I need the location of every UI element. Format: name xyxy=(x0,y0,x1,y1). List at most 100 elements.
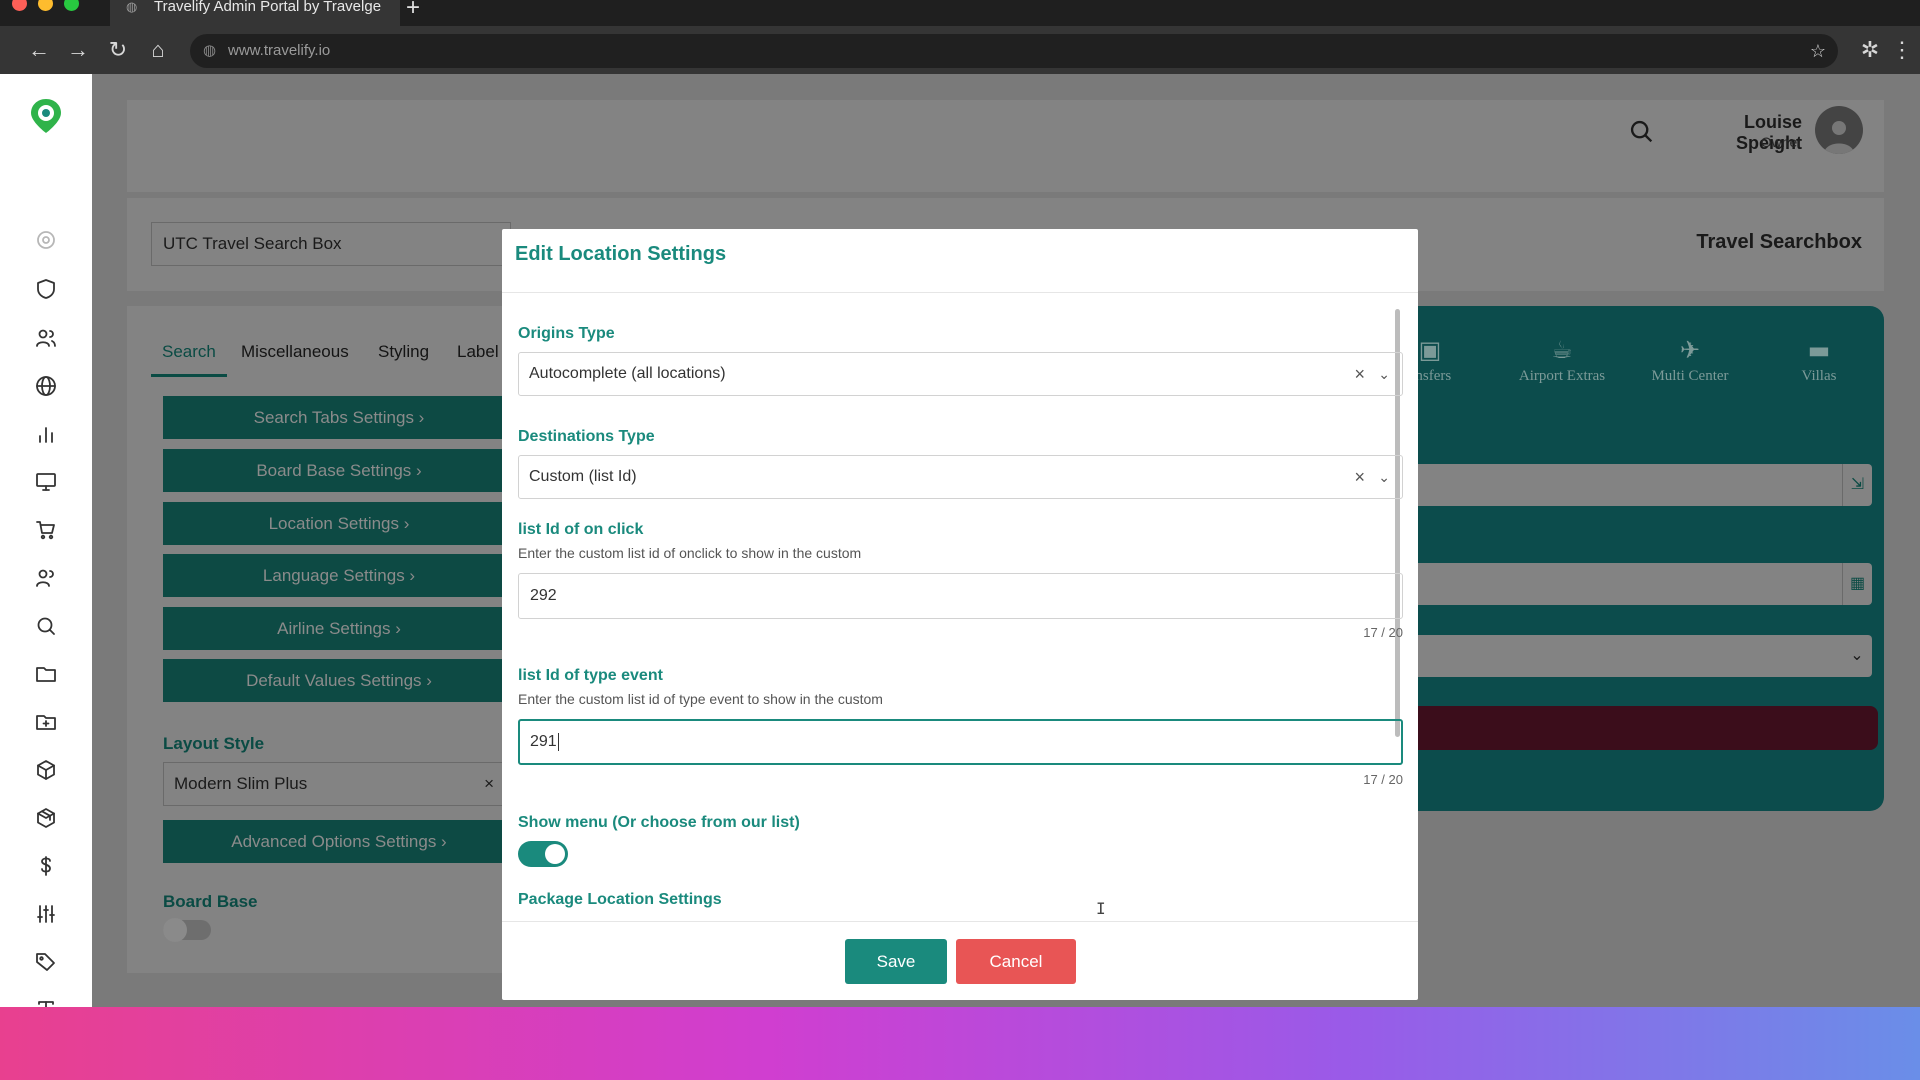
app-area: Louise Speight Owner UTC Travel Search B… xyxy=(0,74,1920,1067)
browser-menu-icon[interactable]: ⋮ xyxy=(1888,36,1916,64)
team-icon[interactable] xyxy=(28,560,64,596)
onclick-list-id-input[interactable]: 292 xyxy=(518,573,1403,619)
text-caret xyxy=(557,732,559,751)
cart-icon[interactable] xyxy=(28,512,64,548)
chevron-down-icon[interactable]: ⌄ xyxy=(1378,456,1390,498)
type-event-char-counter: 17 / 20 xyxy=(1363,772,1403,787)
preview-destination-field[interactable]: ⇲ xyxy=(1400,464,1872,506)
browser-tab[interactable]: ◍ Travelify Admin Portal by Travelge xyxy=(110,0,400,26)
globe-icon: ◍ xyxy=(126,0,138,14)
bar-chart-icon[interactable] xyxy=(28,416,64,452)
maximize-window-button[interactable] xyxy=(64,0,79,11)
clear-icon[interactable]: × xyxy=(1354,353,1365,395)
tab-title: Travelify Admin Portal by Travelge xyxy=(154,0,382,15)
show-menu-label: Show menu (Or choose from our list) xyxy=(518,814,800,831)
board-base-toggle[interactable] xyxy=(163,918,211,942)
onclick-char-counter: 17 / 20 xyxy=(1363,625,1403,640)
location-settings-button[interactable]: Location Settings › xyxy=(163,502,515,545)
type-event-list-id-label: list Id of type event xyxy=(518,667,663,684)
coffee-icon: ☕ xyxy=(1551,336,1573,364)
sidebar xyxy=(0,74,92,1067)
destinations-type-select[interactable]: Custom (list Id) × ⌄ xyxy=(518,455,1403,499)
calendar-icon: ▦ xyxy=(1842,563,1872,605)
browser-tab-bar: ◍ Travelify Admin Portal by Travelge + xyxy=(0,0,1920,26)
preview-select-field[interactable]: ⌄ xyxy=(1400,635,1872,677)
monitor-icon[interactable] xyxy=(28,464,64,500)
origins-type-label: Origins Type xyxy=(518,325,615,342)
reload-icon[interactable]: ↻ xyxy=(104,36,132,64)
browser-toolbar: ← → ↻ ⌂ ◍ www.travelify.io ☆ ✲ ⋮ xyxy=(0,26,1920,74)
box-icon[interactable] xyxy=(28,752,64,788)
save-button[interactable]: Save xyxy=(845,939,947,984)
search-icon[interactable] xyxy=(28,608,64,644)
airline-settings-button[interactable]: Airline Settings › xyxy=(163,607,515,650)
type-event-list-id-input[interactable]: 291 xyxy=(518,719,1403,765)
cancel-button[interactable]: Cancel xyxy=(956,939,1076,984)
decorative-gradient-bar xyxy=(0,1007,1920,1080)
folder-add-icon[interactable] xyxy=(28,704,64,740)
chevron-down-icon: ⌄ xyxy=(1850,647,1864,664)
plane-landing-icon: ⇲ xyxy=(1842,464,1872,506)
dollar-icon[interactable] xyxy=(28,848,64,884)
onclick-list-id-hint: Enter the custom list id of onclick to s… xyxy=(518,545,862,561)
folder-icon[interactable] xyxy=(28,656,64,692)
globe-icon[interactable] xyxy=(28,368,64,404)
destinations-type-label: Destinations Type xyxy=(518,428,655,445)
default-values-settings-button[interactable]: Default Values Settings › xyxy=(163,659,515,702)
modal-title: Edit Location Settings xyxy=(515,243,727,265)
tab-label[interactable]: Label xyxy=(457,342,499,362)
shield-icon[interactable] xyxy=(28,271,64,307)
chevron-down-icon[interactable]: ⌄ xyxy=(1378,353,1390,395)
user-role: Owner xyxy=(1760,134,1802,150)
preview-date-field[interactable]: ▦ xyxy=(1400,563,1872,605)
tag-icon[interactable] xyxy=(28,944,64,980)
page-title: Travel Searchbox xyxy=(1696,231,1862,253)
tab-search[interactable]: Search xyxy=(162,342,216,362)
back-arrow-icon[interactable]: ← xyxy=(25,36,53,64)
users-icon[interactable] xyxy=(28,320,64,356)
package-icon[interactable] xyxy=(28,800,64,836)
tab-miscellaneous[interactable]: Miscellaneous xyxy=(241,342,349,362)
extensions-icon[interactable]: ✲ xyxy=(1856,36,1884,64)
preview-search-button[interactable] xyxy=(1400,706,1878,750)
travelify-logo-icon xyxy=(31,99,61,133)
tab-styling[interactable]: Styling xyxy=(378,342,429,362)
minimize-window-button[interactable] xyxy=(38,0,53,11)
url-text: www.travelify.io xyxy=(228,42,331,59)
user-avatar-icon xyxy=(1824,121,1854,154)
searchbox-name-input[interactable]: UTC Travel Search Box xyxy=(151,222,511,266)
plane-icon: ✈ xyxy=(1679,336,1701,364)
board-base-settings-button[interactable]: Board Base Settings › xyxy=(163,449,515,492)
type-event-list-id-value: 291 xyxy=(530,733,557,750)
show-menu-toggle[interactable] xyxy=(518,841,568,867)
origins-type-select[interactable]: Autocomplete (all locations) × ⌄ xyxy=(518,352,1403,396)
settings-icon[interactable] xyxy=(28,222,64,258)
type-event-list-id-hint: Enter the custom list id of type event t… xyxy=(518,691,883,707)
avatar[interactable] xyxy=(1815,106,1863,154)
edit-location-settings-modal: Edit Location Settings Origins Type Auto… xyxy=(502,229,1418,1000)
bookmark-star-icon[interactable]: ☆ xyxy=(1810,34,1826,68)
home-icon[interactable]: ⌂ xyxy=(144,36,172,64)
address-bar[interactable]: ◍ www.travelify.io ☆ xyxy=(190,34,1838,68)
package-location-settings-label: Package Location Settings xyxy=(518,891,722,908)
sliders-icon[interactable] xyxy=(28,896,64,932)
new-tab-button[interactable]: + xyxy=(406,0,420,22)
language-settings-button[interactable]: Language Settings › xyxy=(163,554,515,597)
close-window-button[interactable] xyxy=(12,0,27,11)
origins-type-value: Autocomplete (all locations) xyxy=(529,365,726,382)
board-base-label: Board Base xyxy=(163,892,258,911)
top-header-card xyxy=(127,100,1884,192)
header-search-icon[interactable] xyxy=(1628,118,1656,146)
clear-icon[interactable]: × xyxy=(484,763,494,805)
advanced-options-settings-button[interactable]: Advanced Options Settings › xyxy=(163,820,515,863)
preview-tab-airport-extras[interactable]: ☕ Airport Extras xyxy=(1502,336,1622,385)
preview-tab-multi-center[interactable]: ✈ Multi Center xyxy=(1630,336,1750,385)
modal-body: Origins Type Autocomplete (all locations… xyxy=(502,292,1418,922)
preview-tab-villas[interactable]: ▬ Villas xyxy=(1759,336,1879,385)
text-cursor-icon: I xyxy=(1096,899,1106,918)
forward-arrow-icon[interactable]: → xyxy=(64,36,92,64)
site-info-icon[interactable]: ◍ xyxy=(203,34,216,68)
search-tabs-settings-button[interactable]: Search Tabs Settings › xyxy=(163,396,515,439)
layout-style-select[interactable]: Modern Slim Plus × xyxy=(163,762,503,806)
clear-icon[interactable]: × xyxy=(1354,456,1365,498)
